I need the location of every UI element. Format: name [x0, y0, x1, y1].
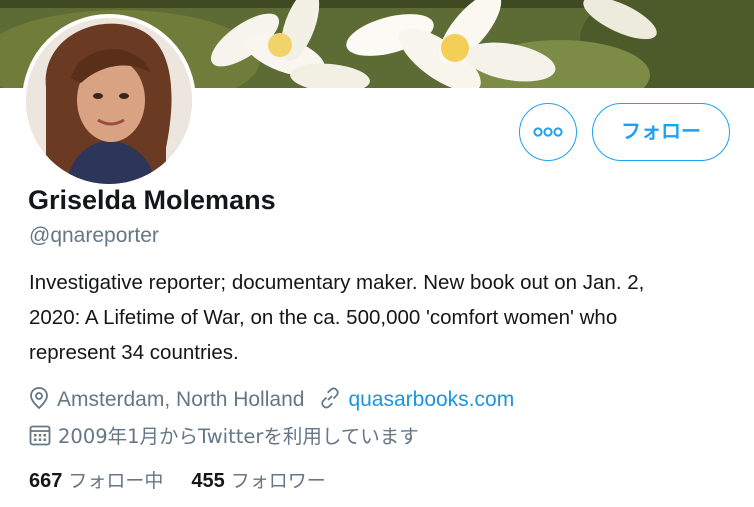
joined-date: 2009年1月からTwitterを利用しています — [58, 425, 419, 448]
more-icon — [533, 127, 563, 137]
following-stat[interactable]: 667 フォロー中 — [29, 466, 163, 493]
avatar-image — [26, 18, 192, 184]
user-handle: @qnareporter — [29, 224, 159, 247]
follow-button[interactable]: フォロー — [592, 103, 730, 161]
link-icon — [318, 386, 342, 416]
display-name: Griselda Molemans — [28, 185, 276, 215]
bio-line: Investigative reporter; documentary make… — [29, 271, 645, 294]
calendar-icon — [28, 423, 52, 453]
followers-label: フォロワー — [230, 470, 326, 492]
avatar[interactable] — [26, 18, 192, 184]
following-label: フォロー中 — [68, 470, 164, 492]
avatar-frame — [22, 14, 196, 188]
followers-count: 455 — [191, 470, 225, 492]
location-text: Amsterdam, North Holland — [57, 388, 305, 411]
website-link[interactable]: quasarbooks.com — [348, 388, 514, 411]
profile-meta-location-website: Amsterdam, North Holland quasarbooks.com — [28, 386, 514, 414]
profile-meta-joined: 2009年1月からTwitterを利用しています — [28, 420, 419, 448]
profile-stats: 667 フォロー中 455 フォロワー — [29, 466, 326, 493]
location-pin-icon — [28, 386, 50, 416]
profile-bio: Investigative reporter; documentary make… — [29, 265, 749, 370]
bio-line: 2020: A Lifetime of War, on the ca. 500,… — [29, 306, 618, 329]
followers-stat[interactable]: 455 フォロワー — [191, 466, 325, 493]
more-options-button[interactable] — [519, 103, 577, 161]
following-count: 667 — [29, 470, 63, 492]
bio-line: represent 34 countries. — [29, 341, 239, 364]
